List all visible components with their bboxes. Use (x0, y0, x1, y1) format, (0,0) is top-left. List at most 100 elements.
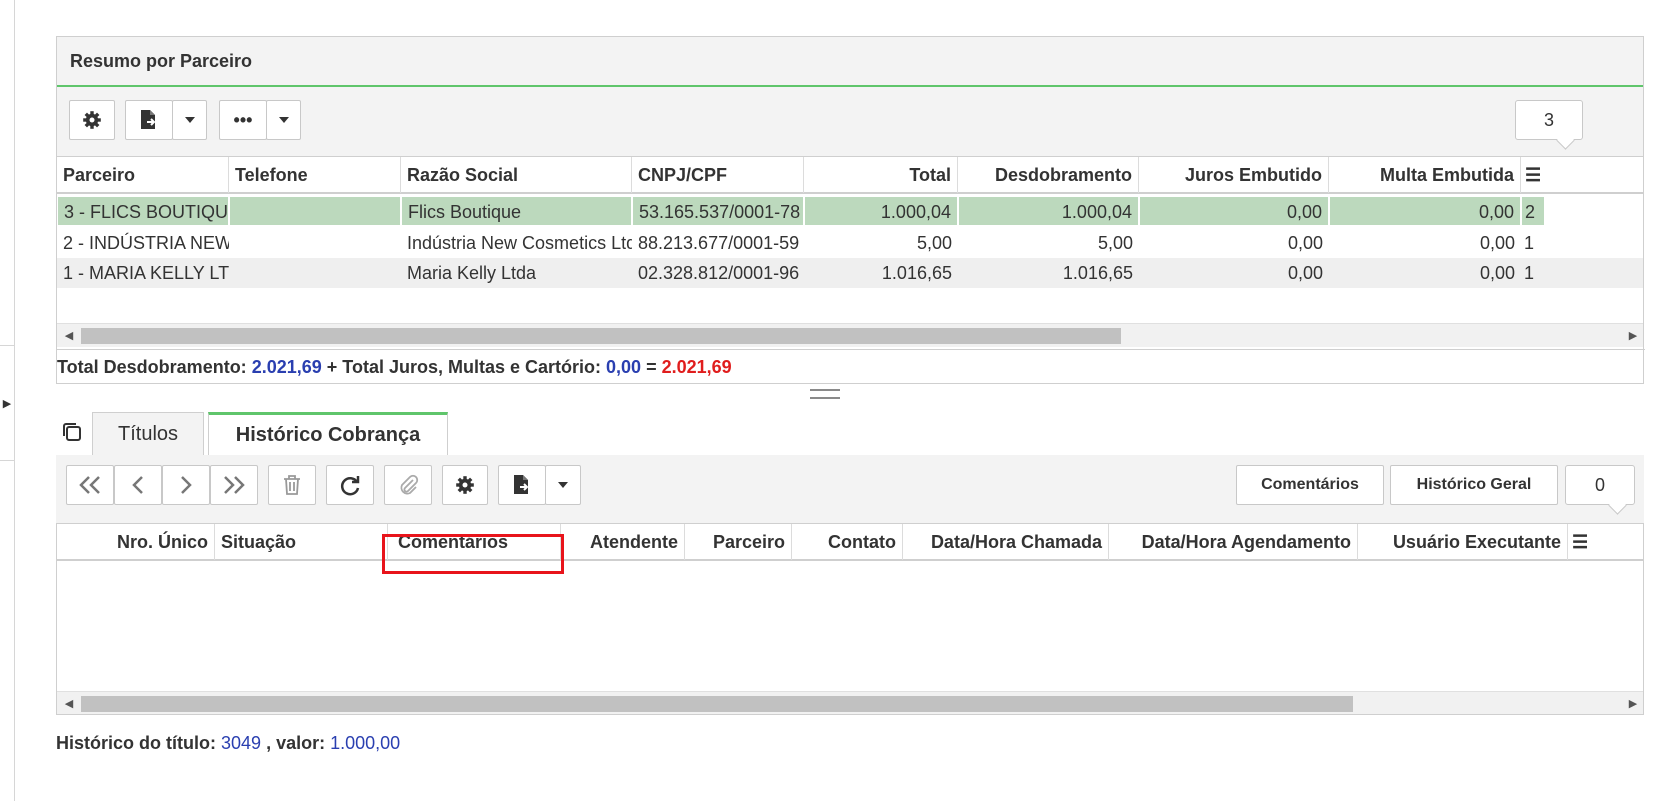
caret-down-icon (184, 117, 195, 123)
tab-historico-cobranca[interactable]: Histórico Cobrança (208, 412, 448, 456)
expand-sidebar-icon[interactable]: ▶ (0, 345, 15, 461)
more-dropdown-button[interactable] (266, 100, 301, 140)
trash-icon (284, 475, 300, 495)
titulo-value: 3049 (221, 733, 262, 753)
total-juros-label: + Total Juros, Multas e Cartório: (326, 357, 602, 377)
cell-parceiro: 2 - INDÚSTRIA NEW (63, 233, 229, 253)
more-options-button[interactable]: ••• (219, 100, 267, 140)
scroll-left-icon[interactable]: ◀ (59, 692, 79, 714)
cell-cnpj: 53.165.537/0001-78 (632, 196, 804, 226)
historico-geral-button[interactable]: Histórico Geral (1390, 465, 1558, 505)
cell-telefone (229, 258, 401, 288)
horizontal-scrollbar[interactable]: ◀ ▶ (57, 691, 1643, 714)
export-button[interactable] (125, 100, 173, 140)
export-file-icon (141, 110, 156, 129)
caret-down-icon (558, 482, 568, 488)
settings-button[interactable] (442, 465, 488, 505)
comentarios-button[interactable]: Comentários (1236, 465, 1384, 505)
cell-extra: 1 (1524, 233, 1535, 253)
previous-record-button[interactable] (114, 465, 162, 505)
col-razao-social[interactable]: Razão Social (401, 157, 632, 193)
col-usuario-executante[interactable]: Usuário Executante (1358, 524, 1568, 560)
column-menu-icon[interactable]: ☰ (1521, 157, 1547, 193)
scrollbar-thumb[interactable] (81, 328, 1121, 344)
col-telefone[interactable]: Telefone (229, 157, 401, 193)
cell-juros: 0,00 (1139, 196, 1329, 226)
valor-label: , valor: (266, 733, 326, 753)
col-nro-unico[interactable]: Nro. Único (57, 524, 215, 560)
first-record-button[interactable] (66, 465, 114, 505)
col-desdobramento[interactable]: Desdobramento (958, 157, 1139, 193)
chevron-left-icon (132, 476, 143, 494)
cell-extra: 2 (1521, 196, 1545, 226)
cell-multa: 0,00 (1479, 233, 1515, 253)
scroll-right-icon[interactable]: ▶ (1623, 324, 1643, 348)
grid-header: Parceiro Telefone Razão Social CNPJ/CPF … (57, 156, 1643, 194)
attach-button[interactable] (384, 465, 432, 505)
last-record-button[interactable] (210, 465, 258, 505)
col-situacao[interactable]: Situação (215, 524, 388, 560)
tab-titulos[interactable]: Títulos (92, 412, 204, 456)
col-data-hora-chamada[interactable]: Data/Hora Chamada (903, 524, 1109, 560)
grid-header: Nro. Único Situação Comentários Atendent… (57, 523, 1643, 561)
cell-total: 1.000,04 (804, 196, 958, 226)
gear-icon (456, 476, 474, 494)
historico-footer: Histórico do título: 3049 , valor: 1.000… (56, 733, 400, 754)
copy-icon[interactable] (60, 420, 84, 444)
cell-extra: 1 (1524, 263, 1535, 283)
col-juros[interactable]: Juros Embutido (1139, 157, 1329, 193)
double-chevron-left-icon (79, 476, 100, 494)
totals-line: Total Desdobramento: 2.021,69 + Total Ju… (57, 349, 1645, 383)
record-count: 3 (1515, 100, 1583, 140)
delete-button[interactable] (268, 465, 316, 505)
export-dropdown-button[interactable] (172, 100, 207, 140)
column-menu-icon[interactable]: ☰ (1568, 524, 1594, 560)
cell-parceiro: 1 - MARIA KELLY LTDA (63, 263, 229, 283)
refresh-button[interactable] (326, 465, 374, 505)
historico-grid: Nro. Único Situação Comentários Atendent… (56, 523, 1644, 715)
titulo-label: Histórico do título: (56, 733, 216, 753)
horizontal-scrollbar[interactable]: ◀ ▶ (57, 323, 1643, 347)
cell-razao: Flics Boutique (401, 196, 632, 226)
settings-button[interactable] (69, 100, 115, 140)
cell-telefone (229, 196, 401, 226)
cell-desdobramento: 5,00 (1097, 233, 1133, 253)
scrollbar-thumb[interactable] (81, 696, 1353, 712)
panel-title: Resumo por Parceiro (57, 37, 1643, 87)
cell-desdobramento: 1.016,65 (1062, 263, 1133, 283)
scroll-right-icon[interactable]: ▶ (1623, 692, 1643, 714)
table-row[interactable]: 3 - FLICS BOUTIQUE Flics Boutique 53.165… (57, 196, 1643, 226)
record-count: 0 (1565, 465, 1635, 505)
top-toolbar: ••• 3 (57, 87, 1643, 156)
cell-telefone (229, 228, 401, 258)
cell-juros: 0,00 (1287, 233, 1323, 253)
col-atendente[interactable]: Atendente (561, 524, 685, 560)
resumo-parceiro-panel: Resumo por Parceiro ••• 3 Parceiro Telef… (56, 36, 1645, 384)
col-total[interactable]: Total (804, 157, 958, 193)
cell-cnpj: 88.213.677/0001-59 (638, 233, 800, 253)
panel-splitter[interactable] (810, 389, 840, 399)
export-dropdown-button[interactable] (545, 465, 581, 505)
cell-cnpj: 02.328.812/0001-96 (638, 263, 800, 283)
col-parceiro[interactable]: Parceiro (685, 524, 792, 560)
caret-down-icon (278, 117, 289, 123)
scroll-left-icon[interactable]: ◀ (59, 324, 79, 348)
cell-multa: 0,00 (1479, 263, 1515, 283)
col-contato[interactable]: Contato (792, 524, 903, 560)
col-cnpj[interactable]: CNPJ/CPF (632, 157, 804, 193)
export-button[interactable] (498, 465, 546, 505)
table-row[interactable]: 2 - INDÚSTRIA NEW Indústria New Cosmetic… (57, 228, 1643, 258)
chevron-right-icon (181, 476, 192, 494)
paperclip-icon (400, 474, 419, 495)
cell-desdobramento: 1.000,04 (958, 196, 1139, 226)
table-row[interactable]: 1 - MARIA KELLY LTDA Maria Kelly Ltda 02… (57, 258, 1643, 288)
next-record-button[interactable] (162, 465, 210, 505)
col-multa[interactable]: Multa Embutida (1329, 157, 1521, 193)
ellipsis-icon: ••• (233, 109, 253, 130)
col-parceiro[interactable]: Parceiro (57, 157, 229, 193)
valor-value: 1.000,00 (330, 733, 401, 753)
cell-razao: Indústria New Cosmetics Ltda (407, 233, 632, 253)
col-data-hora-agendamento[interactable]: Data/Hora Agendamento (1109, 524, 1358, 560)
refresh-icon (340, 476, 360, 496)
cell-total: 1.016,65 (881, 263, 952, 283)
